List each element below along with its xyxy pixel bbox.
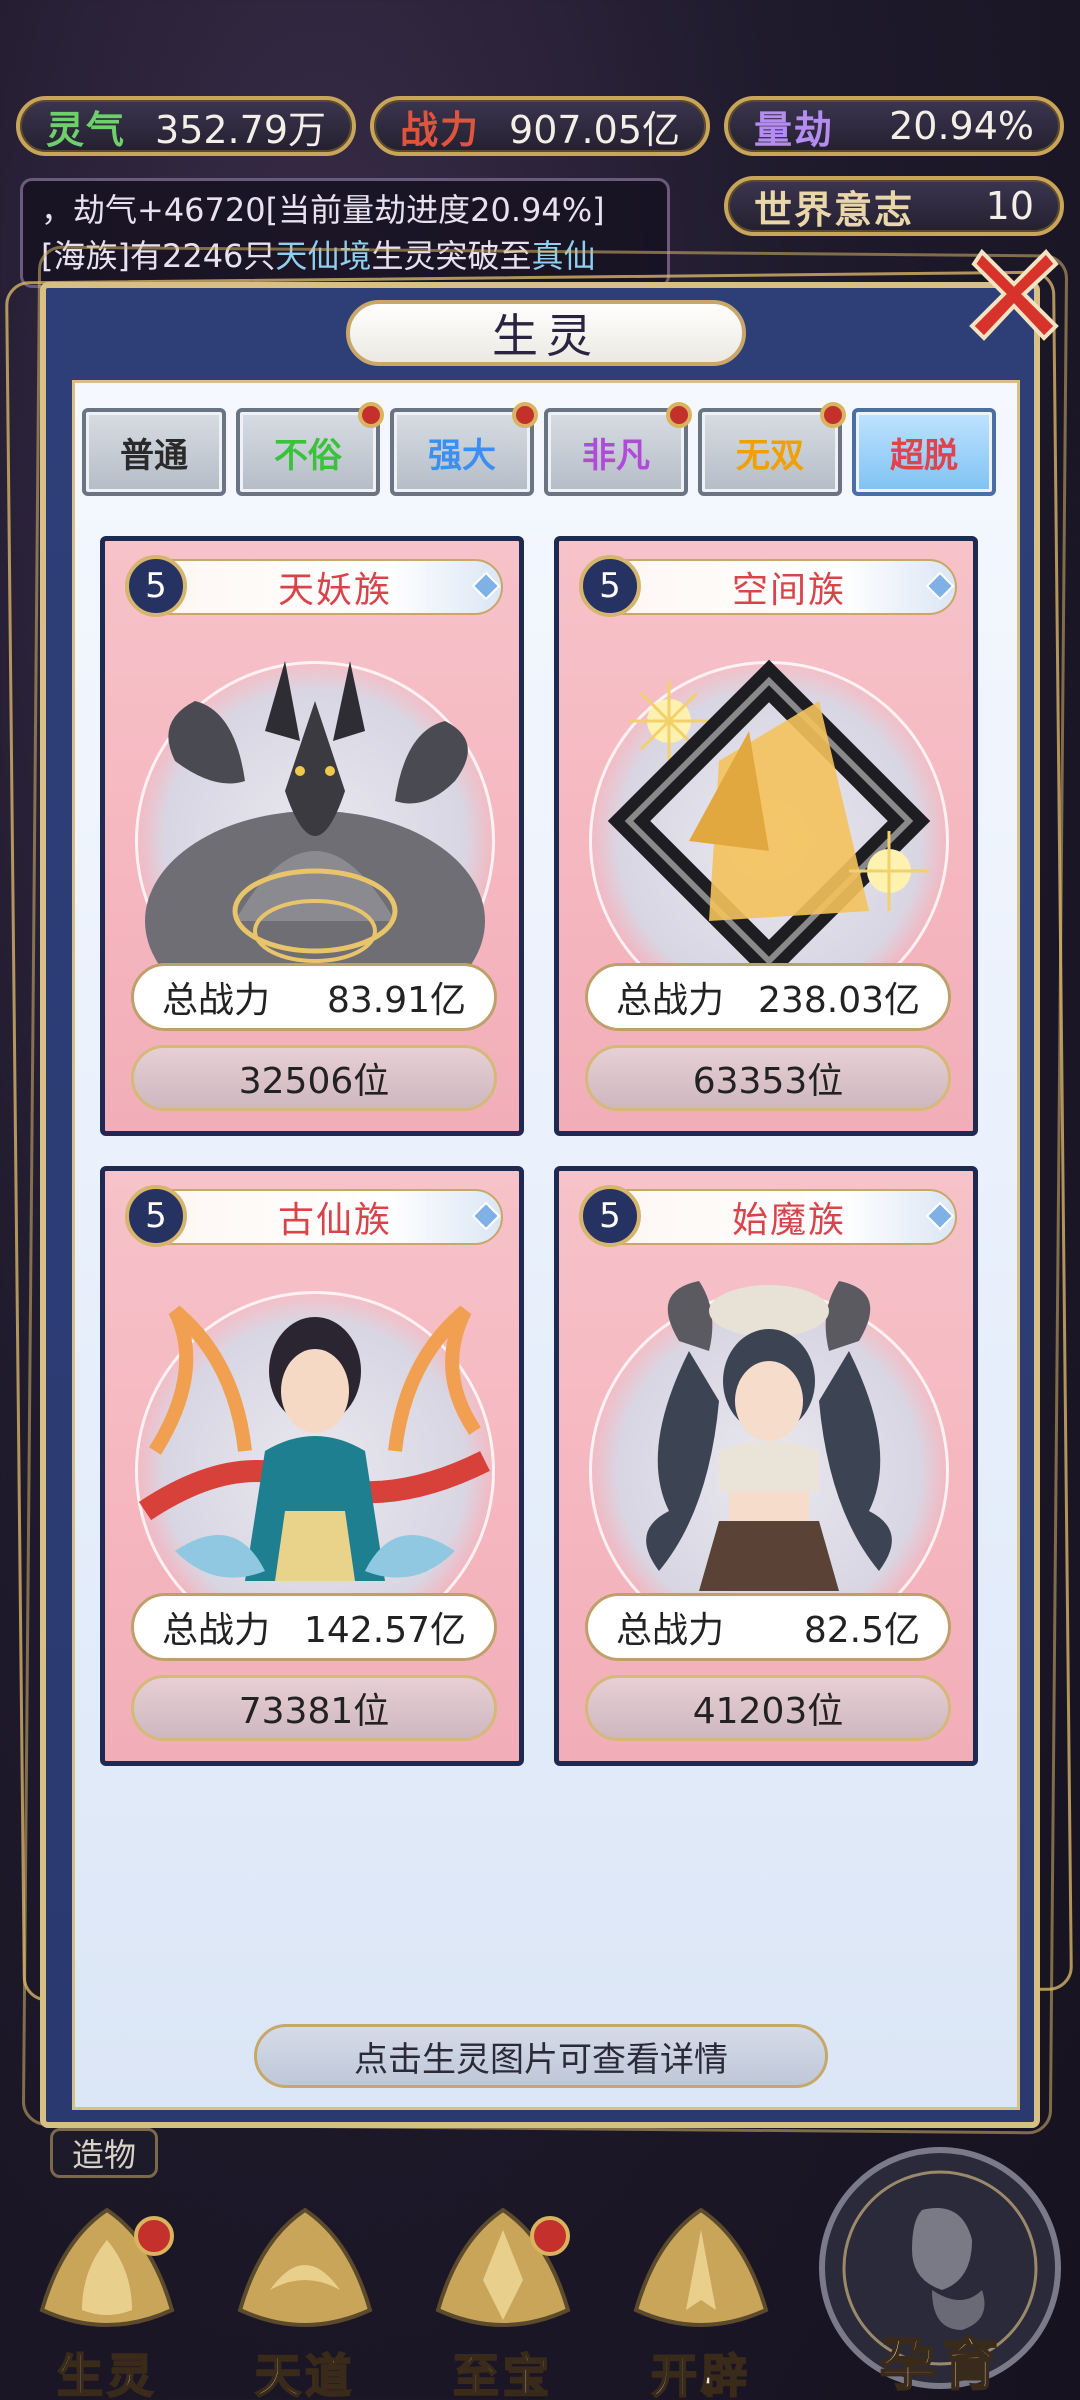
tab-wushuang[interactable]: 无双 xyxy=(698,402,846,496)
rarity-tabs: 普通 不俗 强大 非凡 无双 超脱 xyxy=(82,402,1000,498)
nav-label: 生灵 xyxy=(56,2348,157,2400)
immortal-maiden-portrait[interactable] xyxy=(115,1251,519,1651)
tab-putong[interactable]: 普通 xyxy=(82,408,226,496)
diamond-icon xyxy=(471,1201,501,1231)
nav-shengling[interactable]: 生灵 xyxy=(22,2200,192,2400)
power-value: 83.91亿 xyxy=(326,980,466,1021)
nav-label: 开辟 xyxy=(650,2348,751,2400)
resource-lingqi[interactable]: 灵气 352.79万 xyxy=(16,96,356,156)
resource-label: 世界意志 xyxy=(754,187,915,232)
power-label: 总战力 xyxy=(616,980,725,1021)
tab-feifan[interactable]: 非凡 xyxy=(544,402,692,496)
resource-label: 量劫 xyxy=(754,107,835,152)
geometric-frame-portrait[interactable] xyxy=(569,621,973,1021)
total-power: 总战力 82.5亿 xyxy=(585,1593,951,1661)
diamond-icon xyxy=(925,1201,955,1231)
power-label: 总战力 xyxy=(162,1610,271,1651)
notification-dot xyxy=(358,402,384,428)
view-details-hint: 点击生灵图片可查看详情 xyxy=(254,2024,828,2088)
nav-tiandao[interactable]: 天道 xyxy=(220,2200,390,2400)
power-label: 总战力 xyxy=(616,1610,725,1651)
nav-label: 至宝 xyxy=(452,2348,553,2400)
resource-value: 20.94% xyxy=(889,104,1034,148)
resource-value: 907.05亿 xyxy=(509,107,680,152)
creature-name: 古仙族 xyxy=(277,1200,392,1241)
level-badge: 5 xyxy=(579,555,641,617)
modal-title: 生灵 xyxy=(346,300,746,366)
resource-value: 10 xyxy=(985,184,1034,228)
notification-dot xyxy=(820,402,846,428)
creature-card-shimo[interactable]: 5 始魔族 总战力 82.5亿 41203位 xyxy=(554,1166,978,1766)
notification-dot xyxy=(530,2216,570,2256)
tab-label: 普通 xyxy=(120,435,188,476)
notification-dot xyxy=(512,402,538,428)
nav-label: 天道 xyxy=(254,2348,355,2400)
level-badge: 5 xyxy=(579,1185,641,1247)
tab-label: 无双 xyxy=(736,435,804,476)
creature-name: 天妖族 xyxy=(277,570,392,611)
power-value: 82.5亿 xyxy=(803,1610,920,1651)
tab-qiangda[interactable]: 强大 xyxy=(390,402,538,496)
level-badge: 5 xyxy=(125,555,187,617)
rank-value: 41203位 xyxy=(585,1675,951,1741)
resource-label: 灵气 xyxy=(46,107,127,152)
tab-busu[interactable]: 不俗 xyxy=(236,402,384,496)
level-badge: 5 xyxy=(125,1185,187,1247)
horned-demon-girl-portrait[interactable] xyxy=(569,1251,973,1651)
resource-world-will[interactable]: 世界意志 10 xyxy=(724,176,1064,236)
nav-zhibao[interactable]: 至宝 xyxy=(418,2200,588,2400)
rank-value: 63353位 xyxy=(585,1045,951,1111)
resource-label: 战力 xyxy=(400,107,481,152)
close-button[interactable] xyxy=(968,246,1060,342)
creation-emblem-icon xyxy=(633,2207,769,2327)
hydra-dragon-portrait[interactable] xyxy=(115,621,519,1021)
incubate-button[interactable]: 孕育 xyxy=(812,2140,1068,2399)
creation-tag[interactable]: 造物 xyxy=(50,2128,158,2178)
creature-name: 始魔族 xyxy=(731,1200,846,1241)
total-power: 总战力 83.91亿 xyxy=(131,963,497,1031)
tab-label: 超脱 xyxy=(890,435,958,476)
news-line: ，劫气+46720[当前量劫进度20.94%] xyxy=(41,191,605,229)
power-value: 142.57亿 xyxy=(304,1610,466,1651)
tab-chaotuo[interactable]: 超脱 xyxy=(852,408,996,496)
creature-card-guxian[interactable]: 5 古仙族 总战力 142.57亿 73381位 xyxy=(100,1166,524,1766)
notification-dot xyxy=(134,2216,174,2256)
diamond-icon xyxy=(471,571,501,601)
tab-label: 强大 xyxy=(428,435,496,476)
rank-value: 32506位 xyxy=(131,1045,497,1111)
creature-card-tianyao[interactable]: 5 天妖族 总战力 83.91亿 32506位 xyxy=(100,536,524,1136)
diamond-icon xyxy=(925,571,955,601)
resource-zhanli[interactable]: 战力 907.05亿 xyxy=(370,96,710,156)
tab-label: 非凡 xyxy=(582,435,650,476)
total-power: 总战力 238.03亿 xyxy=(585,963,951,1031)
heaven-dao-emblem-icon xyxy=(237,2207,373,2327)
power-label: 总战力 xyxy=(162,980,271,1021)
resource-liangjie[interactable]: 量劫 20.94% xyxy=(724,96,1064,156)
resource-value: 352.79万 xyxy=(155,107,326,152)
nav-kaipi[interactable]: 开辟 xyxy=(616,2200,786,2400)
notification-dot xyxy=(666,402,692,428)
creature-card-kongjian[interactable]: 5 空间族 总战力 238.03亿 63353位 xyxy=(554,536,978,1136)
tab-label: 不俗 xyxy=(274,435,342,476)
incubate-label: 孕育 xyxy=(879,2332,1004,2399)
close-icon xyxy=(969,248,1059,341)
rank-value: 73381位 xyxy=(131,1675,497,1741)
power-value: 238.03亿 xyxy=(758,980,920,1021)
total-power: 总战力 142.57亿 xyxy=(131,1593,497,1661)
creature-name: 空间族 xyxy=(731,570,846,611)
